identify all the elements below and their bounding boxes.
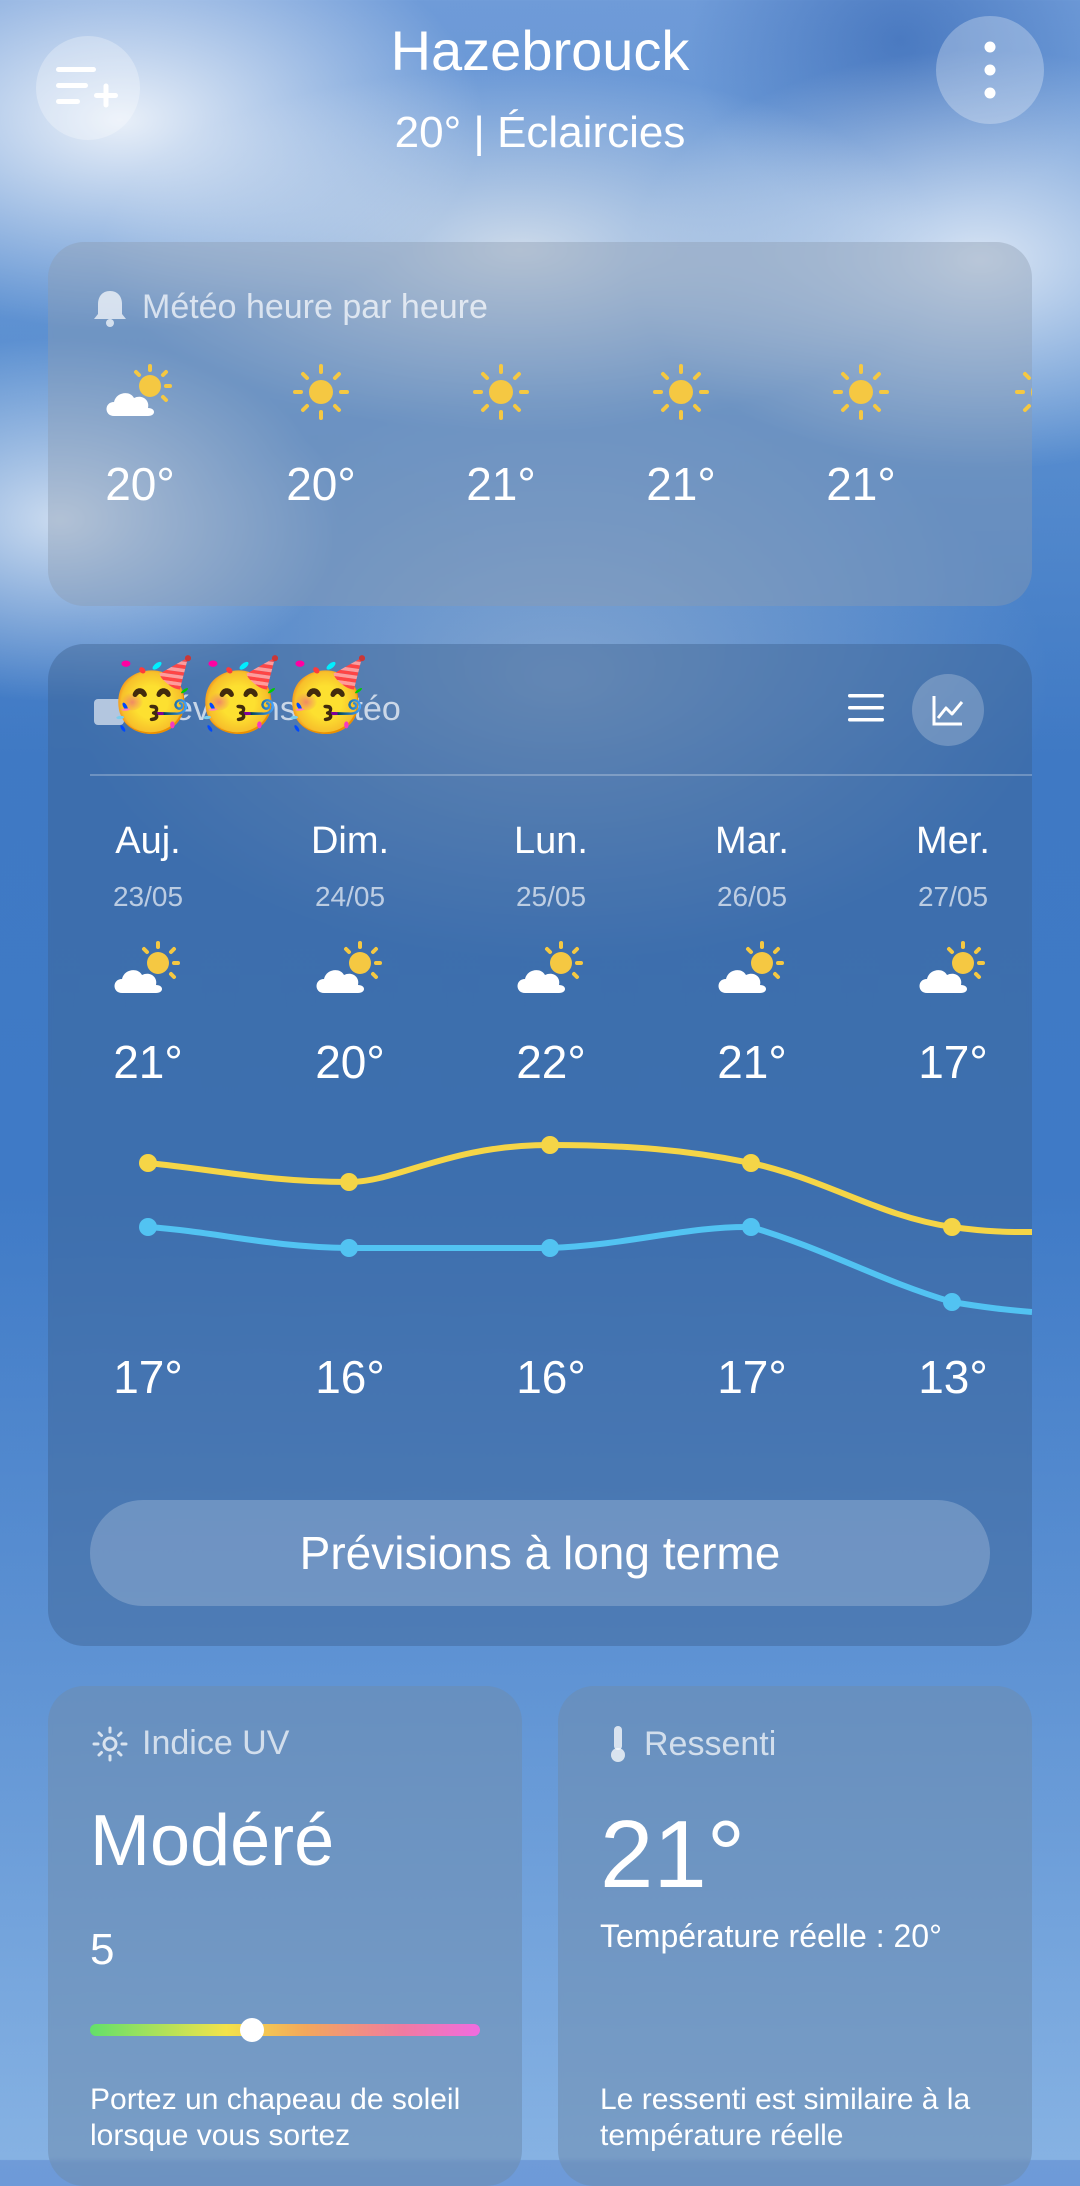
day-date: 27/05 [917, 881, 989, 912]
day-low-temp: 17° [717, 1351, 787, 1403]
day-high-temp: 22° [516, 1036, 586, 1088]
low-temp-line [147, 1223, 1032, 1315]
long-term-forecast-button[interactable]: Prévisions à long terme [90, 1500, 990, 1606]
day-column[interactable]: Mer. 27/05 17° [883, 820, 1023, 1089]
day-weather [883, 939, 1023, 1009]
hour-item: 21° [801, 362, 921, 511]
day-high-temp: 21° [717, 1036, 787, 1088]
partly-cloudy-icon [718, 941, 784, 993]
uv-scale-bar [90, 2024, 480, 2036]
day-weather [78, 939, 218, 1009]
sun-icon [833, 364, 889, 420]
top-bar: Hazebrouck 20° | Éclaircies [0, 0, 1080, 160]
hour-temp: 20° [286, 458, 356, 510]
day-name: Mer. [916, 820, 990, 862]
hourly-title: Météo heure par heure [142, 288, 488, 326]
thermometer-icon [611, 1726, 625, 1762]
uv-title: Indice UV [142, 1724, 290, 1762]
high-temp-point [340, 1173, 358, 1191]
hour-temp: 2 [983, 457, 1032, 511]
sun-icon [653, 364, 709, 420]
hour-temp: 21° [646, 458, 716, 510]
current-condition: 20° | Éclaircies [394, 108, 686, 157]
day-column[interactable]: Mar. 26/05 21° [682, 820, 822, 1089]
partly-cloudy-icon [106, 364, 172, 416]
feels-title: Ressenti [644, 1724, 777, 1763]
low-temp-point [943, 1293, 961, 1311]
more-vertical-icon [984, 41, 996, 99]
sun-icon [293, 364, 349, 420]
low-temp-point [340, 1239, 358, 1257]
real-temperature: Température réelle : 20° [600, 1918, 942, 1954]
hourly-forecast-card[interactable]: Météo heure par heure 20° 20° 21° 21° 21… [48, 242, 1032, 606]
day-low-temp: 13° [918, 1351, 988, 1403]
day-weather [682, 939, 822, 1009]
day-date: 24/05 [314, 881, 386, 912]
high-temp-point [742, 1154, 760, 1172]
feels-like-note: Le ressenti est similaire à la températu… [600, 2083, 971, 2152]
day-high-temp: 21° [113, 1036, 183, 1088]
chart-view-button[interactable] [912, 674, 984, 746]
day-name: Dim. [310, 820, 390, 862]
day-high-temp: 20° [315, 1036, 385, 1088]
partly-cloudy-icon [919, 941, 985, 993]
bell-icon [94, 290, 126, 327]
day-low-temp: 17° [113, 1351, 183, 1403]
city-name: Hazebrouck [390, 19, 690, 82]
uv-title-row: Indice UV [92, 1724, 289, 1763]
sun-icon [1015, 372, 1032, 412]
hour-item: 20° [80, 362, 200, 511]
day-column[interactable]: Dim. 24/05 20° [280, 820, 420, 1089]
party-emoji-overlay: 🥳🥳🥳 [108, 656, 370, 734]
day-low-temp: 16° [516, 1351, 586, 1403]
day-column[interactable]: Auj. 23/05 21° [78, 820, 218, 1089]
partly-cloudy-icon [316, 941, 382, 993]
hour-item: 21° [621, 362, 741, 511]
feels-title-row: Ressenti [606, 1724, 776, 1764]
divider [90, 774, 1032, 776]
day-weather [481, 939, 621, 1009]
partly-cloudy-icon [114, 941, 180, 993]
list-view-button[interactable] [846, 688, 896, 732]
high-temp-point [139, 1154, 157, 1172]
hour-temp: 21° [826, 458, 896, 510]
sun-outline-icon [92, 1726, 128, 1761]
sun-icon [473, 364, 529, 420]
low-temp-point [742, 1218, 760, 1236]
list-icon [848, 694, 884, 722]
uv-index-value: 5 [90, 1925, 115, 1974]
day-date: 26/05 [716, 881, 788, 912]
day-name: Lun. [514, 820, 588, 862]
day-name: Auj. [115, 820, 181, 862]
day-date: 25/05 [515, 881, 587, 912]
day-weather [280, 939, 420, 1009]
low-temp-point [541, 1239, 559, 1257]
day-low-temp: 16° [315, 1351, 385, 1403]
uv-scale-marker [240, 2018, 264, 2042]
hour-temp: 20° [105, 458, 175, 510]
high-temp-line [147, 1141, 1032, 1235]
feels-like-value: 21° [600, 1801, 746, 1908]
day-column[interactable]: Lun. 25/05 22° [481, 820, 621, 1089]
more-menu-button[interactable] [936, 16, 1044, 124]
uv-level: Modéré [90, 1801, 335, 1881]
uv-advice: Portez un chapeau de soleil lorsque vous… [90, 2083, 461, 2152]
hour-item: 21° [441, 362, 561, 511]
partly-cloudy-icon [517, 941, 583, 993]
day-name: Mar. [715, 820, 789, 862]
hour-temp: 21° [466, 458, 536, 510]
line-chart-icon [932, 696, 964, 726]
hour-item: 20° [261, 362, 381, 511]
day-date: 23/05 [112, 881, 184, 912]
hour-item: 2 [983, 362, 1032, 511]
hourly-title-row: Météo heure par heure [92, 288, 488, 327]
temperature-curve-chart [139, 1136, 1032, 1315]
high-temp-point [943, 1218, 961, 1236]
high-temp-point [541, 1136, 559, 1154]
low-temp-point [139, 1218, 157, 1236]
day-high-temp: 17° [918, 1036, 988, 1088]
